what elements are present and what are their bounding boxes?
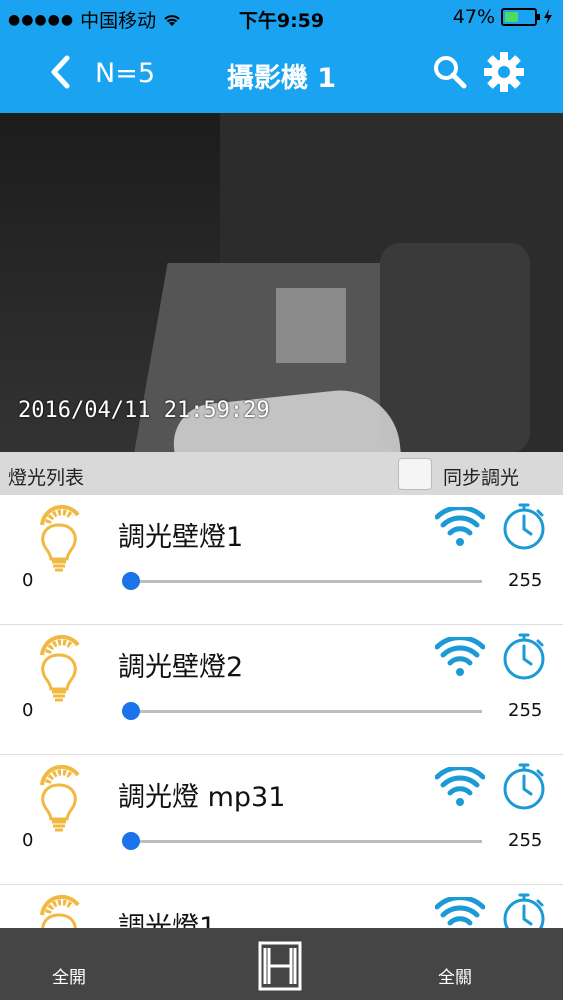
page-title: 攝影機 1: [226, 63, 337, 94]
light-name: 調光壁燈2: [118, 652, 244, 683]
charging-icon: [544, 9, 552, 25]
sync-dimming-label: 同步調光: [443, 467, 520, 489]
slider-min-label: 0: [22, 830, 34, 851]
light-row[interactable]: 調光燈 mp31 0 255: [0, 755, 563, 885]
nav-bar: N=5 攝影機 1: [0, 36, 563, 113]
gear-icon: [484, 52, 524, 92]
slider-max-label: 255: [508, 700, 543, 721]
wifi-icon[interactable]: [435, 767, 485, 807]
wifi-icon[interactable]: [435, 507, 485, 547]
dimmer-slider-knob[interactable]: [122, 702, 140, 720]
slider-max-label: 255: [508, 830, 543, 851]
dimmer-slider-track[interactable]: [130, 710, 482, 713]
bulb-icon: [40, 634, 80, 702]
timer-icon[interactable]: [500, 501, 548, 551]
slider-min-label: 0: [22, 570, 34, 591]
light-list-header: 燈光列表 同步調光: [0, 452, 563, 495]
slider-min-label: 0: [22, 700, 34, 721]
dimmer-slider-track[interactable]: [130, 840, 482, 843]
light-name: 調光燈 mp31: [118, 782, 286, 813]
light-row[interactable]: 調光壁燈1 0 255: [0, 495, 563, 625]
dimmer-slider-track[interactable]: [130, 580, 482, 583]
search-button[interactable]: [430, 50, 470, 94]
all-on-button[interactable]: 全開: [52, 963, 86, 988]
timer-icon[interactable]: [500, 631, 548, 681]
dimmer-slider-knob[interactable]: [122, 572, 140, 590]
status-bar: ●●●●● 中国移动 下午9:59 47%: [0, 0, 563, 36]
section-title: 燈光列表: [8, 467, 85, 489]
battery-percent: 47%: [452, 6, 495, 28]
camera-scene-cabinet: [276, 288, 346, 363]
wifi-icon[interactable]: [435, 637, 485, 677]
light-row[interactable]: 調光壁燈2 0 255: [0, 625, 563, 755]
camera-scene-sofa: [380, 243, 530, 452]
bulb-icon: [40, 504, 80, 572]
dimmer-slider-knob[interactable]: [122, 832, 140, 850]
battery-icon: [501, 8, 540, 26]
camera-feed[interactable]: 2016/04/11 21:59:29: [0, 113, 563, 452]
settings-button[interactable]: [480, 48, 528, 96]
camera-timestamp: 2016/04/11 21:59:29: [18, 398, 270, 423]
all-off-button[interactable]: 全關: [438, 963, 472, 988]
light-name: 調光壁燈1: [118, 522, 244, 553]
bottom-bar: 全開 全關: [0, 928, 563, 1000]
sync-dimming-checkbox[interactable]: [398, 458, 432, 490]
slider-max-label: 255: [508, 570, 543, 591]
search-icon: [434, 56, 467, 89]
brand-logo-icon[interactable]: [257, 940, 303, 992]
timer-icon[interactable]: [500, 761, 548, 811]
bulb-icon: [40, 764, 80, 832]
